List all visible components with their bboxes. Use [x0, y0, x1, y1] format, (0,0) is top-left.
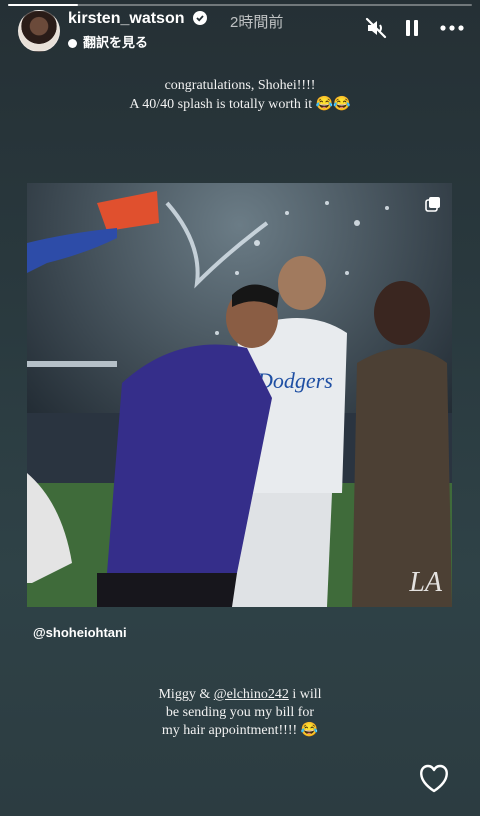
celebration-photo: Dodgers: [27, 183, 452, 607]
avatar[interactable]: [18, 10, 60, 52]
translate-label: 翻訳を見る: [83, 35, 149, 50]
username-label: kirsten_watson: [68, 10, 185, 27]
story-header: kirsten_watson 2時間前 翻訳を見る: [18, 8, 466, 52]
post-time: 2時間前: [230, 14, 284, 31]
heart-icon: [420, 764, 448, 793]
carousel-icon: [424, 195, 442, 213]
pause-button[interactable]: [398, 14, 426, 42]
story-caption-bottom: Miggy & @elchino242 i will be sending yo…: [0, 686, 480, 740]
story-progress-fill: [8, 4, 78, 6]
verified-badge-icon: [192, 11, 207, 25]
more-dots-icon: [440, 25, 464, 31]
caption-mention[interactable]: @elchino242: [214, 687, 289, 702]
username[interactable]: kirsten_watson: [68, 10, 207, 28]
more-options-button[interactable]: [438, 14, 466, 42]
mute-button[interactable]: [362, 14, 390, 42]
story-caption-top: congratulations, Shohei!!!! A 40/40 spla…: [129, 78, 351, 112]
like-button[interactable]: [418, 764, 450, 799]
shared-post-image[interactable]: Dodgers LA: [27, 183, 452, 607]
speaker-muted-icon: [365, 17, 387, 39]
pause-icon: [406, 20, 418, 36]
translate-link[interactable]: 翻訳を見る: [68, 32, 148, 51]
translate-icon: [68, 39, 77, 48]
dodgers-la-logo: LA: [409, 567, 442, 598]
caption-text-1: Miggy &: [158, 687, 214, 702]
story-progress-bar: [8, 4, 472, 6]
media-mention[interactable]: @shoheiohtani: [33, 625, 127, 640]
